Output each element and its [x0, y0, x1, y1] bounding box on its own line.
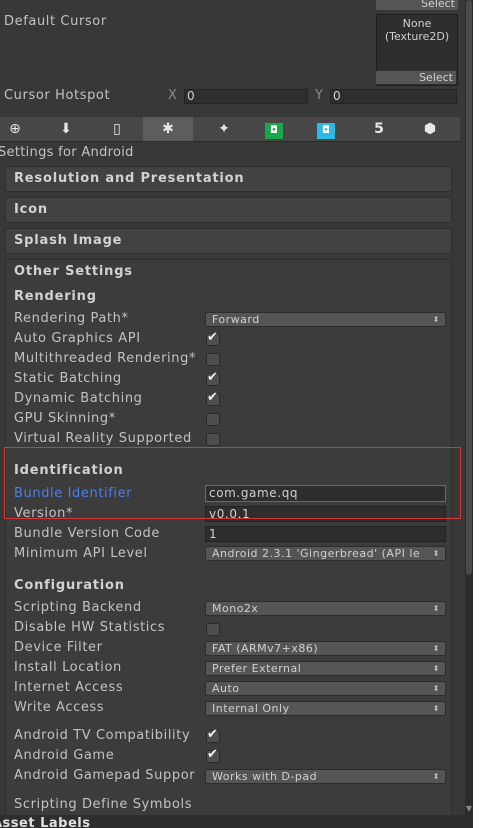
disable-hw-label: Disable HW Statistics — [14, 620, 166, 635]
android-tv-checkbox[interactable] — [206, 727, 220, 743]
rendering-header: Rendering — [14, 289, 97, 304]
static-batching-label: Static Batching — [14, 371, 122, 386]
gamepad-support-label: Android Gamepad Suppor — [14, 768, 196, 783]
scripting-backend-value: Mono2x — [212, 602, 259, 615]
hotspot-y-label: Y — [315, 88, 323, 103]
rendering-path-label: Rendering Path* — [14, 311, 129, 326]
phone-icon[interactable]: ▯ — [102, 117, 132, 141]
default-cursor-label: Default Cursor — [4, 14, 107, 29]
dropdown-arrow-icon: ⬍ — [432, 664, 440, 673]
vertical-scrollbar[interactable]: ▼ — [465, 0, 473, 815]
install-location-label: Install Location — [14, 660, 122, 675]
vr-supported-label: Virtual Reality Supported — [14, 431, 192, 446]
asset-labels-title: Asset Labels — [0, 816, 91, 828]
vr-supported-checkbox[interactable] — [206, 433, 220, 446]
dynamic-batching-label: Dynamic Batching — [14, 391, 143, 406]
scroll-down-arrow-icon[interactable]: ▼ — [465, 805, 473, 813]
dropdown-arrow-icon: ⬍ — [432, 772, 440, 781]
dropdown-arrow-icon: ⬍ — [432, 604, 440, 613]
auto-graphics-checkbox[interactable] — [206, 330, 220, 346]
bundle-version-code-field[interactable]: 1 — [205, 526, 446, 542]
internet-access-value: Auto — [212, 682, 240, 695]
write-access-label: Write Access — [14, 700, 105, 715]
internet-access-label: Internet Access — [14, 680, 124, 695]
gpu-skinning-checkbox[interactable] — [206, 413, 220, 426]
install-location-dropdown[interactable]: Prefer External ⬍ — [205, 661, 446, 676]
blackberry-icon[interactable]: ✦ — [209, 117, 239, 141]
rendering-path-value: Forward — [212, 313, 260, 326]
cursor-hotspot-label: Cursor Hotspot — [4, 88, 111, 103]
hotspot-x-label: X — [168, 88, 177, 103]
samsung-tv-icon[interactable]: ◘ — [259, 117, 289, 141]
min-api-value: Android 2.3.1 'Gingerbread' (API le — [212, 547, 421, 560]
hotspot-y-field[interactable]: 0 — [330, 89, 457, 104]
tizen-glyph: ◘ — [317, 123, 335, 139]
splash-foldout-label: Splash Image — [14, 233, 123, 248]
other-settings-header[interactable]: Other Settings — [14, 262, 133, 282]
scripting-backend-dropdown[interactable]: Mono2x ⬍ — [205, 601, 446, 616]
android-game-checkbox[interactable] — [206, 747, 220, 763]
samsung-tv-glyph: ◘ — [265, 123, 283, 139]
top-select-button[interactable]: Select — [376, 0, 458, 10]
inspector-panel: Select Default Cursor None (Texture2D) S… — [0, 0, 465, 828]
annotation-highlight-box — [4, 447, 461, 519]
default-cursor-select-button[interactable]: Select — [376, 71, 456, 84]
device-filter-label: Device Filter — [14, 640, 103, 655]
dropdown-arrow-icon: ⬍ — [432, 704, 440, 713]
static-batching-checkbox[interactable] — [206, 370, 220, 386]
resolution-foldout-label: Resolution and Presentation — [14, 171, 245, 186]
gamepad-support-dropdown[interactable]: Works with D-pad ⬍ — [205, 769, 446, 784]
scripting-backend-label: Scripting Backend — [14, 600, 142, 615]
download-icon[interactable]: ⬇ — [51, 117, 81, 141]
gamepad-support-value: Works with D-pad — [212, 770, 318, 783]
platform-tab-bar: ⊕ ⬇ ▯ ✱ ✦ ◘ ◘ 5 ⬢ — [0, 117, 460, 142]
icon-foldout[interactable]: Icon — [5, 197, 452, 223]
cube-icon[interactable]: ⬢ — [415, 117, 445, 141]
internet-access-dropdown[interactable]: Auto ⬍ — [205, 681, 446, 696]
rendering-path-dropdown[interactable]: Forward ⬍ — [205, 312, 446, 327]
disable-hw-checkbox[interactable] — [206, 623, 220, 636]
bundle-version-code-label: Bundle Version Code — [14, 526, 161, 541]
write-access-value: Internal Only — [212, 702, 290, 715]
texture-none-text: None (Texture2D) — [384, 17, 450, 43]
hotspot-x-field[interactable]: 0 — [184, 89, 308, 104]
dynamic-batching-checkbox[interactable] — [206, 390, 220, 406]
min-api-dropdown[interactable]: Android 2.3.1 'Gingerbread' (API le ⬍ — [205, 546, 446, 561]
min-api-label: Minimum API Level — [14, 546, 148, 561]
configuration-header: Configuration — [14, 578, 125, 593]
gpu-skinning-label: GPU Skinning* — [14, 411, 116, 426]
define-symbols-label: Scripting Define Symbols — [14, 797, 193, 812]
dropdown-arrow-icon: ⬍ — [432, 684, 440, 693]
android-icon[interactable]: ✱ — [143, 117, 193, 141]
asset-labels-bar[interactable]: Asset Labels — [0, 815, 473, 828]
device-filter-dropdown[interactable]: FAT (ARMv7+x86) ⬍ — [205, 641, 446, 656]
settings-for-title: Settings for Android — [0, 145, 134, 160]
android-game-label: Android Game — [14, 748, 115, 763]
globe-icon[interactable]: ⊕ — [0, 117, 30, 141]
icon-foldout-label: Icon — [14, 202, 48, 217]
multithreaded-label: Multithreaded Rendering* — [14, 351, 197, 366]
dropdown-arrow-icon: ⬍ — [432, 549, 440, 558]
auto-graphics-label: Auto Graphics API — [14, 331, 141, 346]
write-access-dropdown[interactable]: Internal Only ⬍ — [205, 701, 446, 716]
android-tv-label: Android TV Compatibility — [14, 728, 191, 743]
html5-icon[interactable]: 5 — [364, 117, 394, 141]
resolution-foldout[interactable]: Resolution and Presentation — [5, 166, 452, 192]
dropdown-arrow-icon: ⬍ — [432, 644, 440, 653]
tizen-icon[interactable]: ◘ — [311, 117, 341, 141]
device-filter-value: FAT (ARMv7+x86) — [212, 642, 319, 655]
scrollbar-thumb[interactable] — [466, 0, 472, 575]
multithreaded-checkbox[interactable] — [206, 353, 220, 366]
default-cursor-field[interactable]: None (Texture2D) Select — [376, 14, 458, 86]
dropdown-arrow-icon: ⬍ — [432, 315, 440, 324]
splash-foldout[interactable]: Splash Image — [5, 228, 452, 254]
install-location-value: Prefer External — [212, 662, 302, 675]
